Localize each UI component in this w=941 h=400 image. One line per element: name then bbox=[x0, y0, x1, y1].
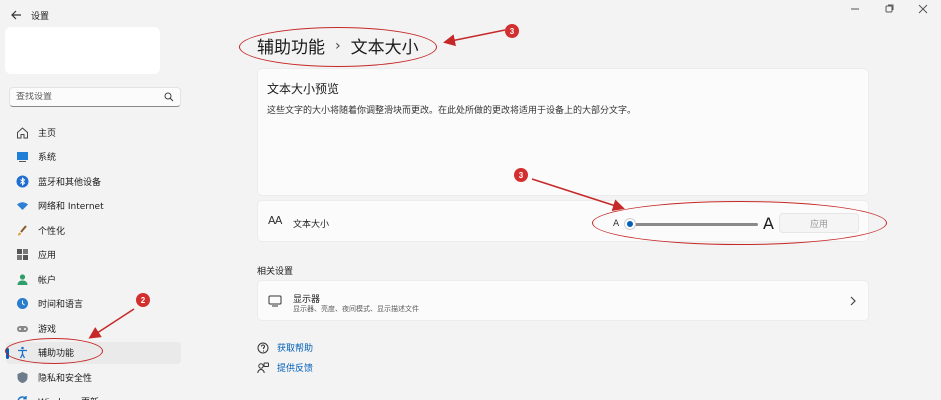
display-settings-row[interactable]: 显示器 显示器、亮度、夜间模式、显示描述文件 bbox=[257, 280, 869, 321]
sidebar-item[interactable]: 应用 bbox=[6, 244, 181, 266]
sidebar-item-label: 游戏 bbox=[38, 324, 57, 335]
feedback-link[interactable]: 提供反馈 bbox=[257, 361, 313, 374]
get-help-text[interactable]: 获取帮助 bbox=[277, 341, 313, 354]
home-icon bbox=[16, 126, 29, 139]
chevron-right-icon bbox=[850, 296, 856, 306]
sidebar-item[interactable]: 个性化 bbox=[6, 219, 181, 241]
sidebar-item-label: 网络和 Internet bbox=[38, 202, 104, 212]
update-icon bbox=[16, 395, 29, 400]
annotation-badge-sidebar: 2 bbox=[136, 293, 150, 307]
text-size-label: 文本大小 bbox=[293, 220, 330, 230]
search-box[interactable] bbox=[9, 87, 181, 107]
annotation-ellipse-slider bbox=[592, 201, 887, 245]
annotation-badge-top: 3 bbox=[505, 24, 519, 38]
search-input[interactable] bbox=[16, 92, 164, 102]
wifi-icon bbox=[16, 199, 29, 212]
sidebar-item-label: 个性化 bbox=[38, 226, 66, 237]
brush-icon bbox=[16, 224, 29, 237]
sidebar-item-label: Windows 更新 bbox=[38, 395, 99, 400]
window-controls bbox=[849, 3, 929, 15]
sidebar-item[interactable]: 主页 bbox=[6, 121, 181, 143]
sidebar-item-label: 帐户 bbox=[38, 275, 57, 286]
preview-description: 这些文字的大小将随着你调整滑块而更改。在此处所做的更改将适用于设备上的大部分文字… bbox=[267, 106, 637, 116]
sidebar-item-label: 主页 bbox=[38, 128, 57, 139]
help-icon bbox=[257, 342, 269, 353]
sidebar-item[interactable]: 隐私和安全性 bbox=[6, 366, 181, 388]
shield-icon bbox=[16, 371, 29, 384]
sidebar-item[interactable]: 蓝牙和其他设备 bbox=[6, 170, 181, 192]
monitor-icon bbox=[268, 295, 282, 307]
text-size-icon: AA bbox=[268, 214, 282, 227]
annotation-badge-slider: 3 bbox=[514, 168, 528, 182]
profile-card[interactable] bbox=[5, 27, 160, 74]
back-arrow-icon[interactable] bbox=[9, 8, 23, 22]
sidebar-item[interactable]: 网络和 Internet bbox=[6, 195, 181, 217]
bluetooth-icon bbox=[16, 175, 29, 188]
sidebar-item-label: 隐私和安全性 bbox=[38, 373, 93, 384]
related-settings-title: 相关设置 bbox=[257, 267, 294, 277]
feedback-text[interactable]: 提供反馈 bbox=[277, 361, 313, 374]
sidebar-item-label: 系统 bbox=[38, 153, 57, 163]
sidebar-item[interactable]: Windows 更新 bbox=[6, 391, 181, 400]
sidebar-item[interactable]: 游戏 bbox=[6, 317, 181, 339]
sidebar-item-label: 时间和语言 bbox=[38, 300, 84, 310]
gamepad-icon bbox=[16, 322, 29, 335]
monitor-icon bbox=[16, 150, 29, 163]
text-preview-card: 文本大小预览 这些文字的大小将随着你调整滑块而更改。在此处所做的更改将适用于设备… bbox=[257, 68, 869, 196]
sidebar-item[interactable]: 系统 bbox=[6, 146, 181, 168]
sidebar-item-label: 应用 bbox=[38, 251, 57, 261]
user-icon bbox=[16, 273, 29, 286]
restore-icon[interactable] bbox=[883, 3, 895, 15]
apps-icon bbox=[16, 248, 29, 261]
feedback-icon bbox=[257, 362, 269, 373]
close-icon[interactable] bbox=[917, 3, 929, 15]
preview-title: 文本大小预览 bbox=[267, 82, 340, 96]
sidebar-item-label: 蓝牙和其他设备 bbox=[38, 177, 102, 188]
app-title: 设置 bbox=[31, 12, 50, 22]
sidebar-item[interactable]: 帐户 bbox=[6, 268, 181, 290]
search-icon[interactable] bbox=[164, 92, 174, 102]
annotation-ellipse-sidebar bbox=[5, 338, 103, 364]
annotation-ellipse-breadcrumb bbox=[239, 27, 437, 67]
minimize-icon[interactable] bbox=[849, 3, 861, 15]
get-help-link[interactable]: 获取帮助 bbox=[257, 341, 313, 354]
sidebar-item[interactable]: 时间和语言 bbox=[6, 293, 181, 315]
display-subtitle: 显示器、亮度、夜间模式、显示描述文件 bbox=[293, 305, 419, 313]
globe-clock-icon bbox=[16, 297, 29, 310]
